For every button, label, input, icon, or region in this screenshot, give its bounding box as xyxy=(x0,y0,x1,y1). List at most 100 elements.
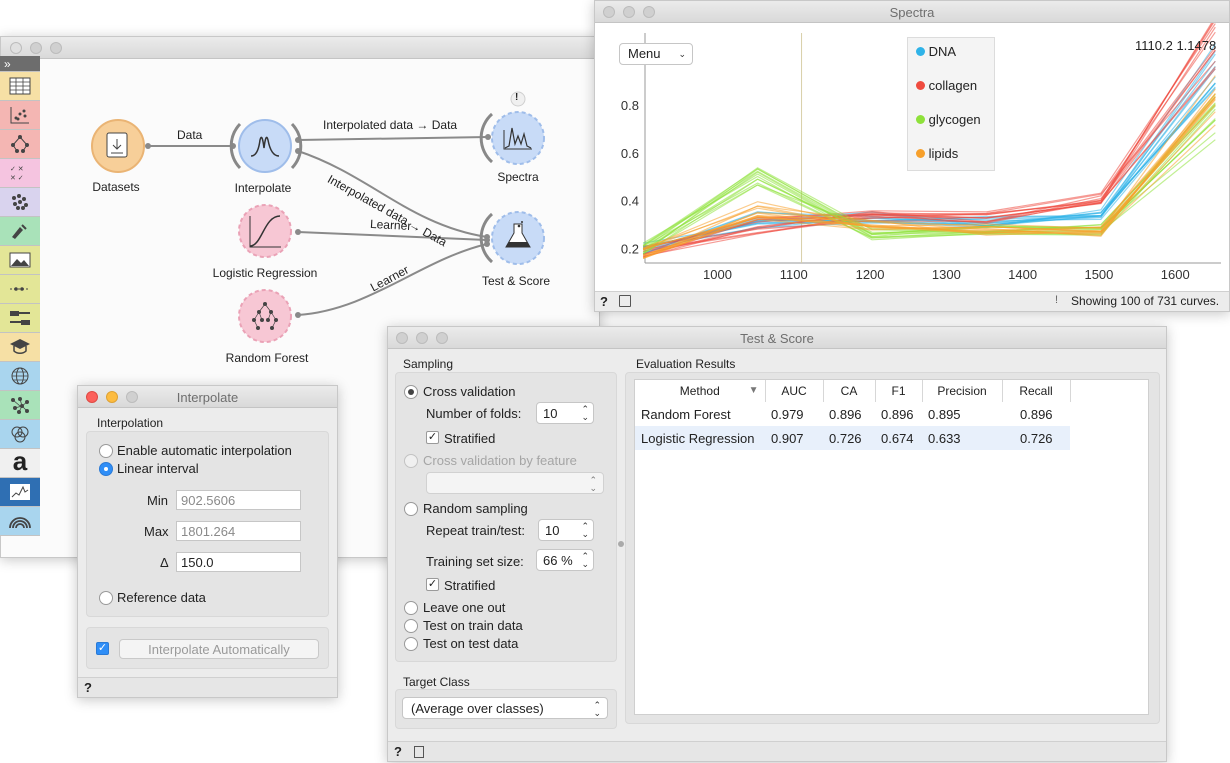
legend-swatch xyxy=(916,81,925,90)
venn-icon[interactable] xyxy=(0,420,40,449)
interpolate-window: Interpolate Interpolation Enable automat… xyxy=(77,385,338,698)
cell-f1: 0.896 xyxy=(881,406,914,422)
label-max: Max xyxy=(144,524,169,539)
legend-item: collagen xyxy=(916,78,977,93)
menu-label: Menu xyxy=(628,46,661,61)
table-header: Method ▼ AUC CA F1 Precision Recall xyxy=(635,380,1071,402)
radio-test-test[interactable] xyxy=(404,637,418,651)
node-label-random-forest: Random Forest xyxy=(225,351,309,365)
table-row[interactable]: Random Forest 0.979 0.896 0.896 0.895 0.… xyxy=(635,402,1070,426)
radio-random-sampling[interactable] xyxy=(404,502,418,516)
label-test-train: Test on train data xyxy=(423,618,523,633)
text-icon-glyph: a xyxy=(12,446,28,476)
radio-leave-one-out[interactable] xyxy=(404,601,418,615)
label-delta: Δ xyxy=(160,555,169,570)
node-interpolate[interactable] xyxy=(229,119,303,173)
node-random-forest[interactable] xyxy=(238,289,292,343)
col-precision[interactable]: Precision xyxy=(922,380,1003,402)
target-class-dropdown[interactable]: (Average over classes) ⌃ ⌄ xyxy=(402,697,608,719)
window-title: Spectra xyxy=(889,5,935,20)
window-title: Test & Score xyxy=(740,331,814,346)
save-icon[interactable] xyxy=(619,295,631,307)
folds-spinner[interactable]: 10 ⌃ ⌄ xyxy=(536,402,594,424)
radio-cross-validation[interactable] xyxy=(404,385,418,399)
radio-auto-interp[interactable] xyxy=(99,444,113,458)
stratified-checkbox-1[interactable]: ✓ xyxy=(426,431,439,444)
node-label-test-score: Test & Score xyxy=(481,274,551,288)
cell-recall: 0.726 xyxy=(1002,426,1070,450)
section-target-class: Target Class xyxy=(403,675,470,689)
splitter-handle[interactable] xyxy=(618,541,624,547)
test-score-titlebar: Test & Score xyxy=(388,327,1166,349)
stepper-icon: ⌃ ⌄ xyxy=(589,475,597,493)
auto-apply-checkbox[interactable]: ✓ xyxy=(96,642,109,655)
help-icon[interactable]: ? xyxy=(394,744,402,759)
legend-swatch xyxy=(916,149,925,158)
section-interpolation: Interpolation xyxy=(97,416,164,430)
label-reference-data: Reference data xyxy=(117,590,206,605)
report-icon[interactable] xyxy=(414,746,424,758)
label-auto-interp: Enable automatic interpolation xyxy=(117,443,292,458)
cell-recall: 0.896 xyxy=(1020,406,1053,422)
label-repeat: Repeat train/test: xyxy=(426,523,525,538)
stepper-icon: ⌃ ⌄ xyxy=(581,404,589,422)
training-size-spinner[interactable]: 66 % ⌃ ⌄ xyxy=(536,549,594,571)
y-tick-label: 0.2 xyxy=(621,242,639,257)
cursor-coords: 1110.2 1.1478 xyxy=(1135,38,1217,53)
repeat-spinner[interactable]: 10 ⌃ ⌄ xyxy=(538,519,594,541)
spectra-statusbar: ? ! Showing 100 of 731 curves. xyxy=(595,291,1229,311)
label-cross-validation: Cross validation xyxy=(423,384,516,399)
table-row[interactable]: Logistic Regression 0.907 0.726 0.674 0.… xyxy=(635,426,1070,450)
col-recall[interactable]: Recall xyxy=(1002,380,1071,402)
radio-linear-interval[interactable] xyxy=(99,462,113,476)
node-datasets[interactable] xyxy=(91,119,145,173)
legend-label: DNA xyxy=(928,44,957,59)
col-auc[interactable]: AUC xyxy=(765,380,824,402)
max-field[interactable]: 1801.264 xyxy=(176,521,301,541)
test-score-statusbar: ? xyxy=(388,741,1166,761)
warning-icon: ! xyxy=(1055,294,1059,306)
node-test-score[interactable] xyxy=(479,211,545,265)
legend-swatch xyxy=(916,47,925,56)
link-interp-spectra xyxy=(297,136,489,141)
legend-item: DNA xyxy=(916,44,956,59)
repeat-value: 10 xyxy=(545,523,560,538)
radio-cv-feature[interactable] xyxy=(404,454,418,468)
sort-desc-icon: ▼ xyxy=(748,385,759,396)
legend-label: glycogen xyxy=(928,112,981,127)
col-method[interactable]: Method ▼ xyxy=(635,380,766,402)
chevron-down-icon: ⌄ xyxy=(678,49,686,59)
legend-label: collagen xyxy=(928,78,978,93)
radio-test-train[interactable] xyxy=(404,619,418,633)
legend-label: lipids xyxy=(928,146,959,161)
feature-dropdown[interactable]: ⌃ ⌄ xyxy=(426,472,604,494)
spectra-titlebar: Spectra xyxy=(595,1,1229,23)
col-f1[interactable]: F1 xyxy=(875,380,923,402)
training-size-value: 66 % xyxy=(543,553,573,568)
col-ca[interactable]: CA xyxy=(823,380,876,402)
help-icon[interactable]: ? xyxy=(84,680,92,695)
cell-precision: 0.633 xyxy=(922,426,1002,450)
x-tick-label: 1400 xyxy=(1008,267,1037,282)
link-label-data: Data xyxy=(177,128,203,142)
min-field[interactable]: 902.5606 xyxy=(176,490,301,510)
node-label-logistic-regression: Logistic Regression xyxy=(212,266,318,280)
menu-dropdown[interactable]: Menu ⌄ xyxy=(619,43,693,65)
rainbow-icon[interactable] xyxy=(0,507,40,536)
label-leave-one-out: Leave one out xyxy=(423,600,506,615)
eval-table: Method ▼ AUC CA F1 Precision Recall Rando… xyxy=(635,380,1071,450)
legend-swatch xyxy=(916,115,925,124)
help-icon[interactable]: ? xyxy=(600,294,608,309)
node-logistic-regression[interactable] xyxy=(238,204,292,258)
link-logreg-test xyxy=(297,231,488,241)
label-training-size: Training set size: xyxy=(426,554,524,569)
spectra-icon[interactable] xyxy=(0,478,40,507)
stratified-checkbox-2[interactable]: ✓ xyxy=(426,578,439,591)
text-icon[interactable]: a xyxy=(0,446,40,478)
x-tick-label: 1100 xyxy=(780,267,808,282)
delta-field[interactable]: 150.0 xyxy=(176,552,301,572)
interpolate-statusbar: ? xyxy=(78,677,337,697)
node-label-spectra: Spectra xyxy=(497,170,539,184)
interpolate-automatically-button[interactable]: Interpolate Automatically xyxy=(119,639,319,659)
radio-reference-data[interactable] xyxy=(99,591,113,605)
